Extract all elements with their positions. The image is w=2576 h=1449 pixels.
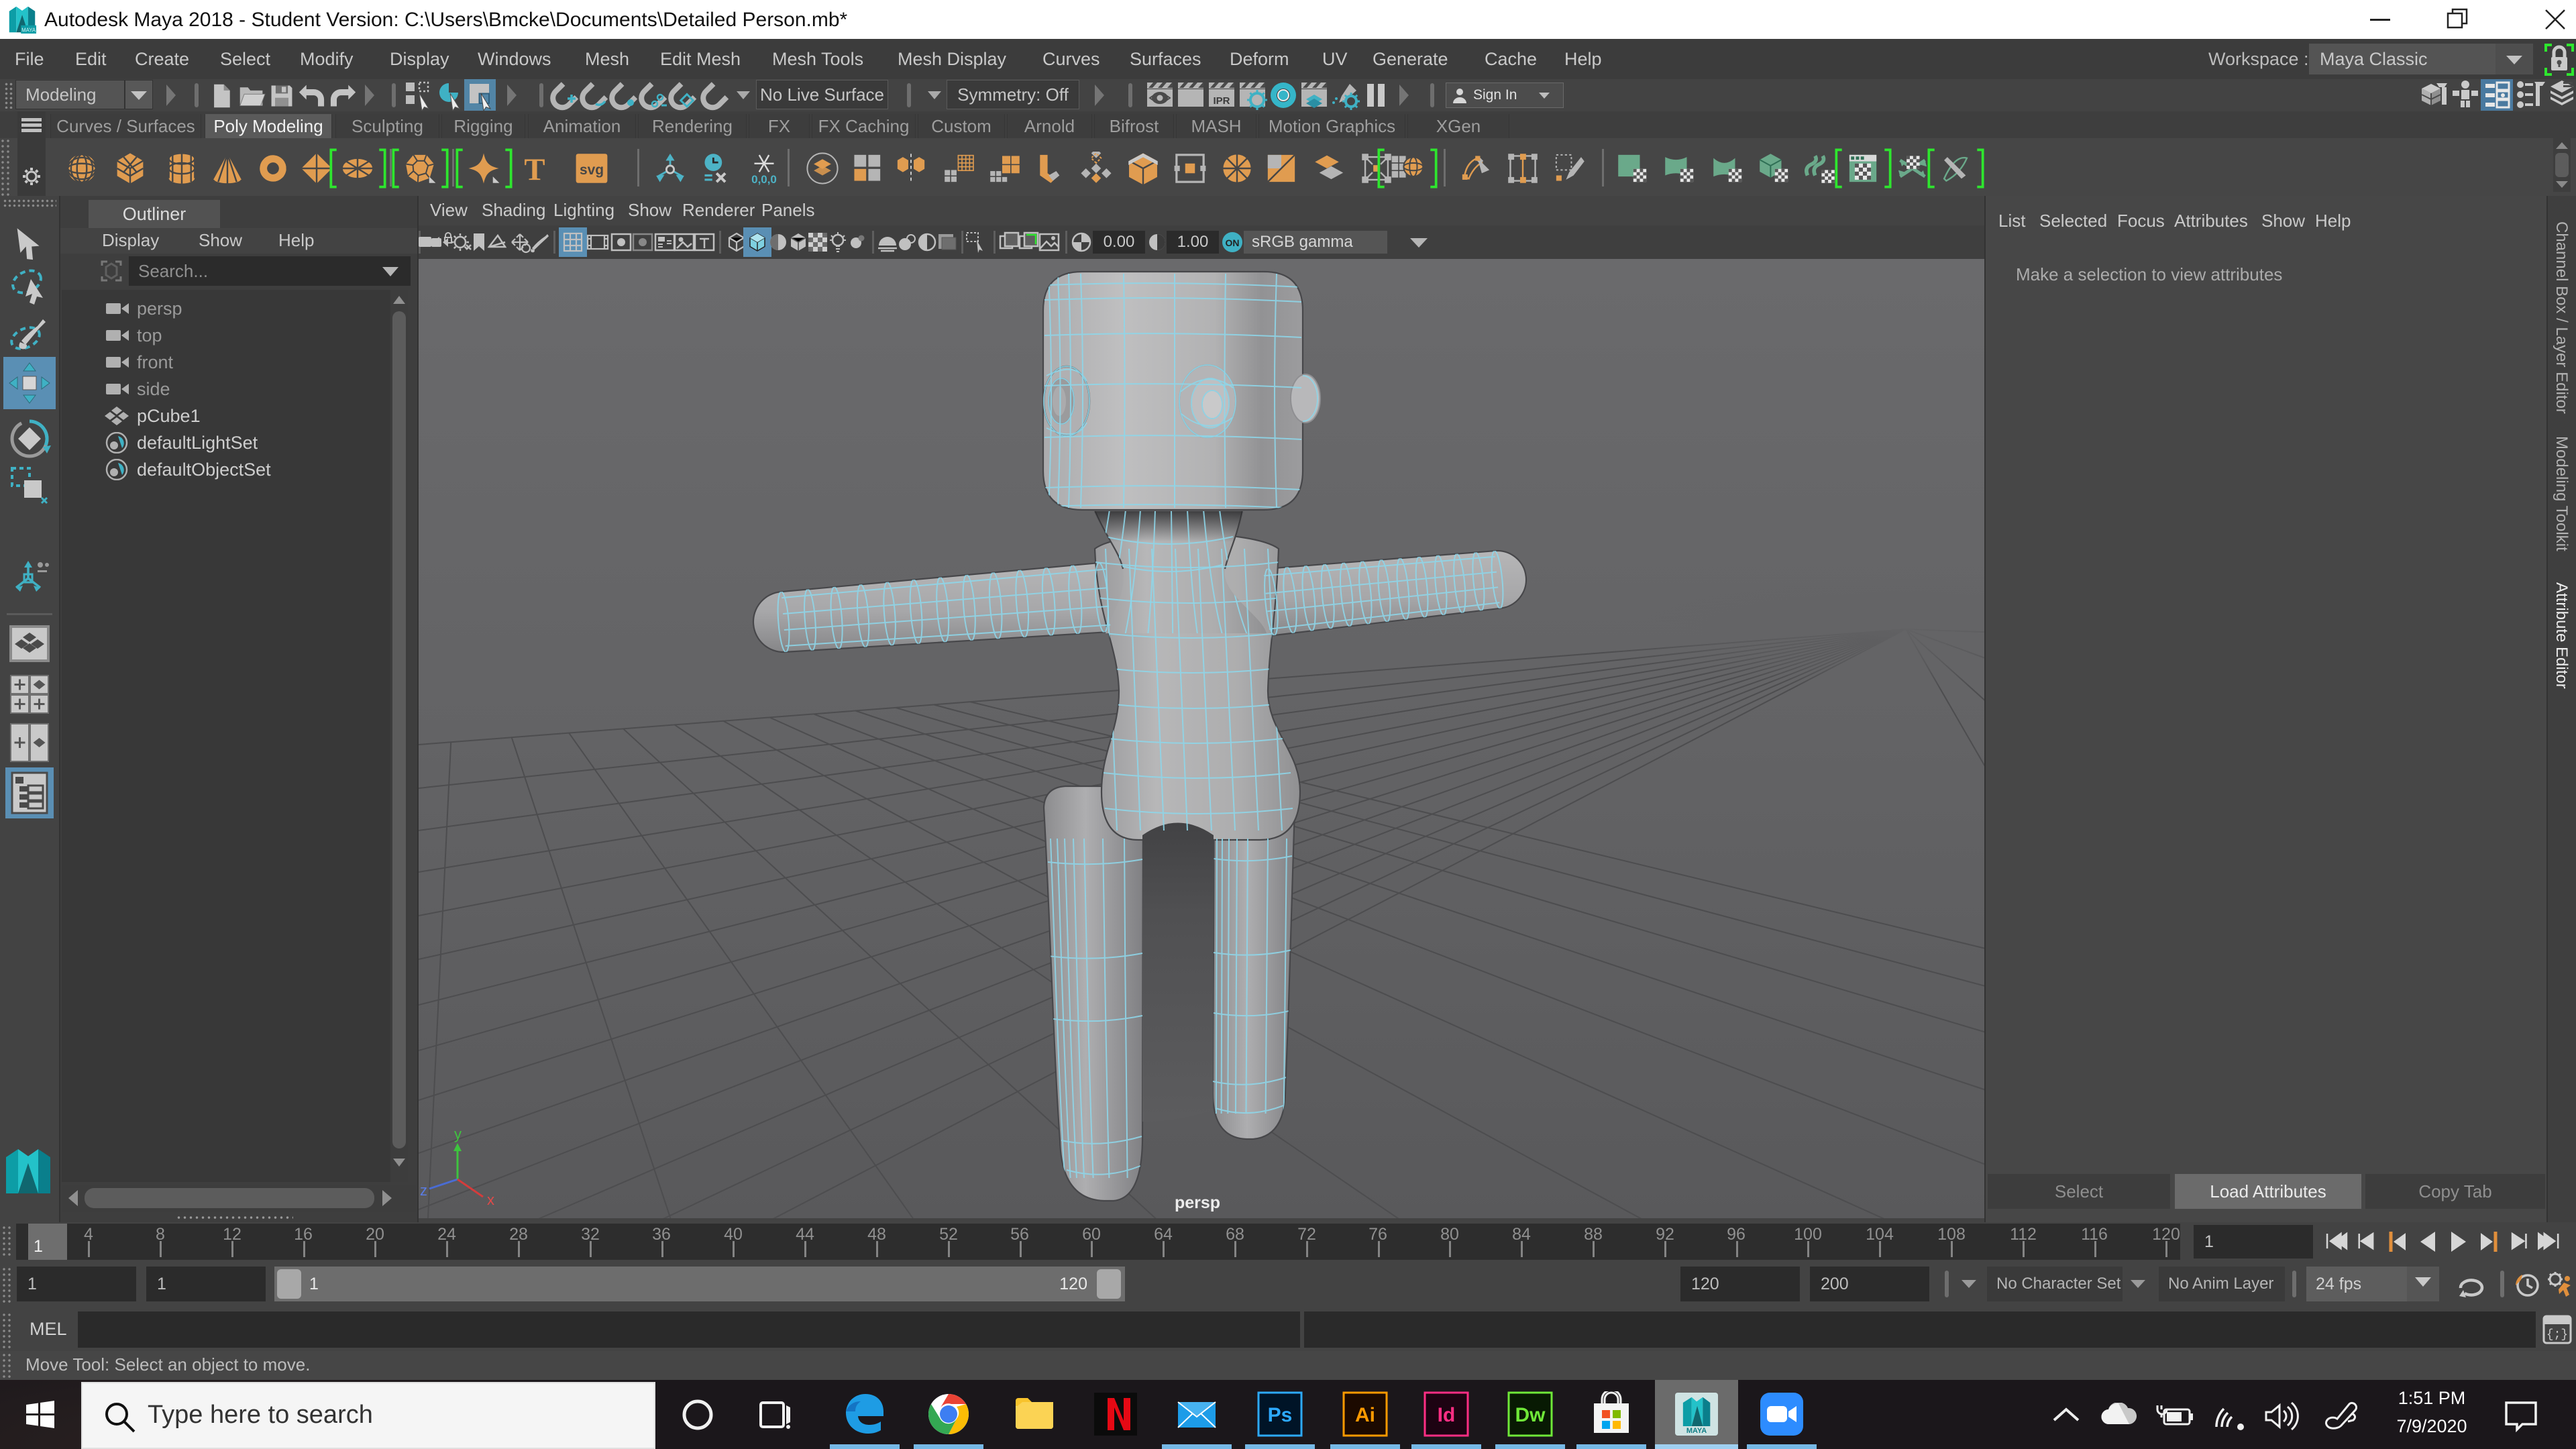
svg-text:MAYA: MAYA	[21, 27, 36, 33]
svg-text:svg: svg	[580, 162, 604, 178]
svg-text:z: z	[420, 1182, 427, 1199]
svg-text:Dw: Dw	[1515, 1404, 1546, 1426]
svg-text:MAYA: MAYA	[1686, 1427, 1707, 1435]
svg-text:y: y	[454, 1126, 462, 1142]
svg-text:ON: ON	[1226, 237, 1240, 248]
svg-text:0,0,0: 0,0,0	[751, 173, 777, 185]
svg-text:Ai: Ai	[1355, 1404, 1375, 1426]
svg-text:T: T	[524, 152, 545, 185]
svg-text:x: x	[487, 1191, 494, 1208]
svg-text:Ps: Ps	[1268, 1404, 1293, 1426]
svg-text:IPR: IPR	[1213, 95, 1230, 107]
svg-text:persp: persp	[1175, 1193, 1220, 1212]
svg-text:{;}: {;}	[2546, 1328, 2568, 1342]
svg-text:Id: Id	[1438, 1404, 1456, 1426]
